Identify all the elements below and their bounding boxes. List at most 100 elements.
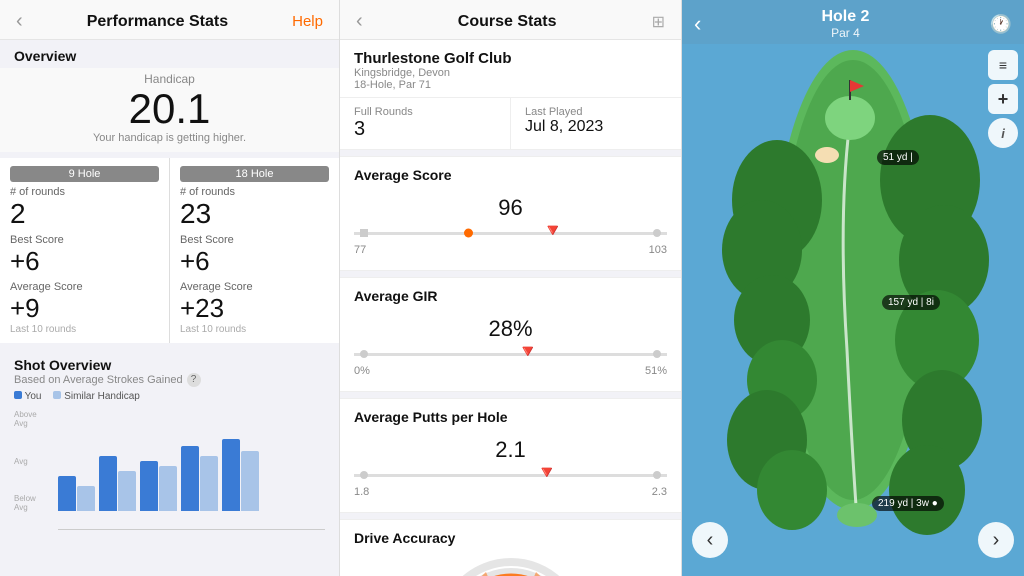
distance-badge-3: 219 yd | 3w ● [872,496,944,511]
avg-gir-range: 0% 51% [354,365,667,377]
map-controls: ≡ + i [988,50,1018,148]
avg-putts-min: 1.8 [354,486,369,498]
club-info: Thurlestone Golf Club Kingsbridge, Devon… [340,40,681,98]
slider-left-dot [360,229,368,237]
stats-grid: 9 Hole # of rounds 2 Best Score +6 Avera… [0,158,339,343]
putts-left-dot [360,471,368,479]
bar-light-3 [159,466,177,511]
handicap-value: 20.1 [10,86,329,132]
last-played-col: Last Played Jul 8, 2023 [511,98,681,149]
bar-blue-3 [140,461,158,511]
shot-title: Shot Overview [14,357,325,373]
avg-putts-value: 2.1 [354,437,667,463]
avg-gir-track: 🔻 [354,344,667,364]
avg-putts-slider: 2.1 🔻 1.8 2.3 [354,433,667,502]
panel1-back-button[interactable]: ‹ [16,10,23,33]
nine-avg-value: +9 [10,293,159,324]
handicap-sub: Your handicap is getting higher. [10,132,329,144]
shot-overview-section: Shot Overview Based on Average Strokes G… [0,349,339,410]
bar-blue-2 [99,456,117,511]
overview-label: Overview [0,40,339,68]
y-label-below: BelowAvg [14,494,37,512]
tee-icon: 🔻 [542,220,564,241]
putts-right-dot [653,471,661,479]
bar-light-5 [241,451,259,511]
nine-rounds-label: # of rounds [10,186,159,198]
gir-left-dot [360,350,368,358]
bar-group-4 [181,446,218,511]
bar-group-3 [140,461,177,511]
course-stats-panel: ‹ Course Stats ⊞ Thurlestone Golf Club K… [340,0,682,576]
average-gir-section: Average GIR 28% 🔻 0% 51% [340,277,681,392]
y-label-above: AboveAvg [14,410,37,428]
rounds-row: Full Rounds 3 Last Played Jul 8, 2023 [340,98,681,150]
avg-score-slider: 96 🔻 77 103 [354,191,667,260]
average-score-section: Average Score 96 🔻 77 10 [340,156,681,271]
avg-gir-title: Average GIR [354,288,667,304]
nine-avg-label: Average Score [10,281,159,293]
next-hole-button[interactable]: › [978,522,1014,558]
help-icon: ? [187,373,201,387]
y-label-avg: Avg [14,457,37,466]
club-location: Kingsbridge, Devon [354,67,512,79]
avg-score-min: 77 [354,244,366,256]
eighteen-best-label: Best Score [180,234,329,246]
panel1-title: Performance Stats [87,13,228,31]
gir-tee-icon: 🔻 [517,341,539,362]
avg-score-track: 🔻 [354,223,667,243]
panel1-header: ‹ Performance Stats Help [0,0,339,40]
nine-hole-cell: 9 Hole # of rounds 2 Best Score +6 Avera… [0,158,169,343]
zoom-in-button[interactable]: + [988,84,1018,114]
chart-y-axis: AboveAvg Avg BelowAvg [14,410,37,512]
you-legend-dot [14,391,22,399]
avg-putts-line: 🔻 [354,474,667,477]
clock-icon[interactable]: 🕐 [990,14,1012,35]
full-rounds-value: 3 [354,118,496,141]
info-button[interactable]: i [988,118,1018,148]
last-played-value: Jul 8, 2023 [525,118,667,136]
eighteen-rounds-label: # of rounds [180,186,329,198]
bar-blue-4 [181,446,199,511]
handicap-box: Handicap 20.1 Your handicap is getting h… [0,68,339,152]
full-rounds-label: Full Rounds [354,106,496,118]
help-button[interactable]: Help [292,13,323,30]
distance-badge-2: 157 yd | 8i [882,295,940,310]
gir-right-dot [653,350,661,358]
bar-light-4 [200,456,218,511]
hole-back-button[interactable]: ‹ [694,11,701,37]
nine-best-value: +6 [10,246,159,277]
scorecard-icon[interactable]: ⊞ [652,12,665,32]
bar-group-2 [99,456,136,511]
hole-par: Par 4 [821,26,869,40]
nine-best-label: Best Score [10,234,159,246]
drive-title: Drive Accuracy [354,530,667,546]
average-putts-section: Average Putts per Hole 2.1 🔻 1.8 2.3 [340,398,681,513]
list-view-button[interactable]: ≡ [988,50,1018,80]
chart-bars-container [58,410,325,530]
slider-orange-dot [464,229,473,238]
eighteen-hole-header: 18 Hole [180,166,329,182]
hole-header: ‹ Hole 2 Par 4 🕐 [682,0,1024,44]
eighteen-hole-cell: 18 Hole # of rounds 23 Best Score +6 Ave… [170,158,339,343]
putts-tee-icon: 🔻 [536,462,558,483]
club-details: Thurlestone Golf Club Kingsbridge, Devon… [354,50,512,91]
panel2-header: ‹ Course Stats ⊞ [340,0,681,40]
panel2-back-button[interactable]: ‹ [356,10,363,33]
avg-score-range: 77 103 [354,244,667,256]
hole-title-block: Hole 2 Par 4 [821,8,869,40]
similar-legend-dot [53,391,61,399]
avg-score-line: 🔻 [354,232,667,235]
bar-light-2 [118,471,136,511]
avg-putts-range: 1.8 2.3 [354,486,667,498]
avg-gir-min: 0% [354,365,370,377]
handicap-label: Handicap [10,72,329,86]
avg-score-value: 96 [354,195,667,221]
panel2-title: Course Stats [458,13,557,31]
eighteen-rounds-value: 23 [180,198,329,230]
eighteen-best-value: +6 [180,246,329,277]
performance-stats-panel: ‹ Performance Stats Help Overview Handic… [0,0,340,576]
prev-hole-button[interactable]: ‹ [692,522,728,558]
avg-gir-line: 🔻 [354,353,667,356]
hole-map-panel: ‹ Hole 2 Par 4 🕐 [682,0,1024,576]
eighteen-avg-label: Average Score [180,281,329,293]
